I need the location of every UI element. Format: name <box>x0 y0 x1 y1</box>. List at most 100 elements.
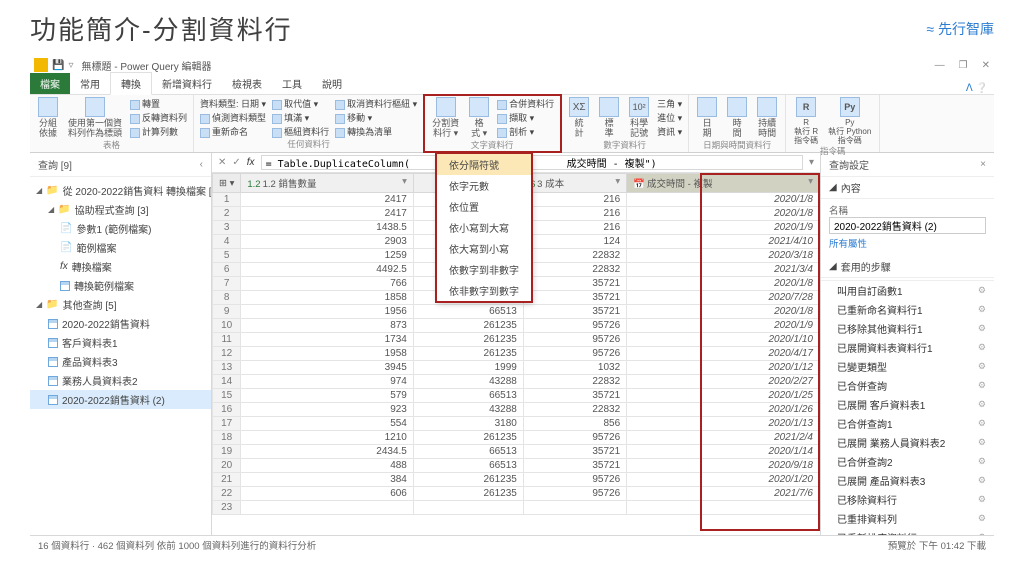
folder-helper[interactable]: ◢📁協助程式查詢 [3] <box>30 200 211 219</box>
split-nondigit-to-digit[interactable]: 依非數字到數字 <box>437 280 531 301</box>
count-rows-button[interactable]: 計算列數 <box>130 125 187 138</box>
query-transformfile[interactable]: fx轉換檔案 <box>30 257 211 276</box>
split-upper-to-lower[interactable]: 依大寫到小寫 <box>437 238 531 259</box>
merge-columns-button[interactable]: 合併資料行 <box>497 97 554 110</box>
use-first-row-button[interactable]: 使用第一個資 料列作為標頭 <box>66 97 124 139</box>
tab-transform[interactable]: 轉換 <box>110 72 152 95</box>
query-samplefile[interactable]: 📄範例檔案 <box>30 238 211 257</box>
standard-button[interactable]: 標 準 <box>597 97 621 139</box>
applied-step[interactable]: 叫用自訂函數1⚙ <box>821 281 994 300</box>
pivot-button[interactable]: 樞紐資料行 <box>272 125 329 138</box>
split-column-button[interactable]: 分割資 料行 ▾ <box>430 97 461 139</box>
collapse-queries-icon[interactable]: ‹ <box>200 159 203 170</box>
rename-button[interactable]: 重新命名 <box>200 125 266 138</box>
info-button[interactable]: 資訊 ▾ <box>657 125 682 138</box>
applied-step[interactable]: 已移除資料行⚙ <box>821 490 994 509</box>
close-settings-icon[interactable]: × <box>980 159 986 170</box>
replace-values-button[interactable]: 取代值 ▾ <box>272 97 329 110</box>
maximize-button[interactable]: ❐ <box>959 60 968 71</box>
trig-button[interactable]: 三角 ▾ <box>657 97 682 110</box>
table-row[interactable]: 2048866513357212020/9/18 <box>213 459 820 473</box>
run-python-button[interactable]: PyPy 執行 Python 指令碼 <box>826 97 873 145</box>
formula-dropdown-icon[interactable]: ▾ <box>809 157 814 168</box>
applied-step[interactable]: 已展開 產品資料表3⚙ <box>821 471 994 490</box>
folder-other[interactable]: ◢📁其他查詢 [5] <box>30 295 211 314</box>
split-by-charcount[interactable]: 依字元數 <box>437 175 531 196</box>
table-row[interactable]: 192434.566513357212020/1/14 <box>213 445 820 459</box>
unpivot-button[interactable]: 取消資料行樞紐 ▾ <box>335 97 417 110</box>
transpose-button[interactable]: 轉置 <box>130 97 187 110</box>
tab-tools[interactable]: 工具 <box>272 73 312 94</box>
query-name-input[interactable] <box>829 217 986 234</box>
table-row[interactable]: 181210261235957262021/2/4 <box>213 431 820 445</box>
close-button[interactable]: ✕ <box>982 60 990 71</box>
tab-view[interactable]: 檢視表 <box>222 73 272 94</box>
table-row[interactable]: 121958261235957262020/4/17 <box>213 347 820 361</box>
content-section[interactable]: ◢內容 <box>821 177 994 199</box>
applied-step[interactable]: 已重排資料列⚙ <box>821 509 994 528</box>
applied-step[interactable]: 已展開 客戶資料表1⚙ <box>821 395 994 414</box>
run-r-button[interactable]: RR 執行 R 指令碼 <box>792 97 820 145</box>
applied-step[interactable]: 已合併查詢2⚙ <box>821 452 994 471</box>
query-sales[interactable]: 2020-2022銷售資料 <box>30 314 211 333</box>
date-button[interactable]: 日 期 <box>695 97 719 139</box>
table-row[interactable]: 23 <box>213 501 820 515</box>
detect-type-button[interactable]: 偵測資料類型 <box>200 111 266 124</box>
applied-step[interactable]: 已合併查詢⚙ <box>821 376 994 395</box>
applied-steps-section[interactable]: ◢套用的步驟 <box>821 256 994 278</box>
table-row[interactable]: 21384261235957262020/1/20 <box>213 473 820 487</box>
applied-step[interactable]: 已合併查詢1⚙ <box>821 414 994 433</box>
all-properties-link[interactable]: 所有屬性 <box>829 234 986 252</box>
fx-icon[interactable]: fx <box>247 157 255 168</box>
query-customers[interactable]: 客戶資料表1 <box>30 333 211 352</box>
move-button[interactable]: 移動 ▾ <box>335 111 417 124</box>
tab-help[interactable]: 說明 <box>312 73 352 94</box>
query-products[interactable]: 產品資料表3 <box>30 352 211 371</box>
applied-step[interactable]: 已展開資料表資料行1⚙ <box>821 338 994 357</box>
query-salesperson[interactable]: 業務人員資料表2 <box>30 371 211 390</box>
help-icon[interactable]: ᐱ ❔ <box>966 83 988 94</box>
query-transformsample[interactable]: 轉換範例檔案 <box>30 276 211 295</box>
applied-step[interactable]: 已展開 業務人員資料表2⚙ <box>821 433 994 452</box>
applied-step[interactable]: 已移除其他資料行1⚙ <box>821 319 994 338</box>
to-list-button[interactable]: 轉換為清單 <box>335 125 417 138</box>
split-lower-to-upper[interactable]: 依小寫到大寫 <box>437 217 531 238</box>
col-cost[interactable]: $3 成本▾ <box>523 174 626 193</box>
parse-button[interactable]: 剖析 ▾ <box>497 125 554 138</box>
statistics-button[interactable]: XΣ統 計 <box>567 97 591 139</box>
minimize-button[interactable]: — <box>935 60 945 71</box>
formula-x-icon[interactable]: ✕ <box>218 157 226 168</box>
folder-root[interactable]: ◢📁從 2020-2022銷售資料 轉換檔案 [2] <box>30 181 211 200</box>
tab-home[interactable]: 常用 <box>70 73 110 94</box>
tab-addcolumn[interactable]: 新增資料行 <box>152 73 222 94</box>
table-row[interactable]: 1755431808562020/1/13 <box>213 417 820 431</box>
table-row[interactable]: 22606261235957262021/7/6 <box>213 487 820 501</box>
save-icon[interactable]: 💾 <box>52 60 64 71</box>
time-button[interactable]: 時 間 <box>725 97 749 139</box>
table-row[interactable]: 111734261235957262020/1/10 <box>213 333 820 347</box>
scientific-button[interactable]: 10²科學 記號 <box>627 97 651 139</box>
table-row[interactable]: 133945199910322020/1/12 <box>213 361 820 375</box>
table-row[interactable]: 1692343288228322020/1/26 <box>213 403 820 417</box>
format-button[interactable]: 格 式 ▾ <box>467 97 491 139</box>
split-by-position[interactable]: 依位置 <box>437 196 531 217</box>
reverse-rows-button[interactable]: 反轉資料列 <box>130 111 187 124</box>
formula-check-icon[interactable]: ✓ <box>232 157 240 168</box>
query-param1[interactable]: 📄參數1 (範例檔案) <box>30 219 211 238</box>
applied-step[interactable]: 已變更類型⚙ <box>821 357 994 376</box>
fill-button[interactable]: 填滿 ▾ <box>272 111 329 124</box>
extract-button[interactable]: 擷取 ▾ <box>497 111 554 124</box>
group-by-button[interactable]: 分組 依據 <box>36 97 60 139</box>
data-type-button[interactable]: 資料類型: 日期 ▾ <box>200 97 266 110</box>
query-sales2[interactable]: 2020-2022銷售資料 (2) <box>30 390 211 409</box>
split-digit-to-nondigit[interactable]: 依數字到非數字 <box>437 259 531 280</box>
table-row[interactable]: 9195666513357212020/1/8 <box>213 305 820 319</box>
col-transaction-time-copy[interactable]: 📅成交時間 - 複製▾ <box>627 174 820 193</box>
split-by-delimiter[interactable]: 依分隔符號 <box>437 154 531 175</box>
rounding-button[interactable]: 進位 ▾ <box>657 111 682 124</box>
tab-file[interactable]: 檔案 <box>30 73 70 94</box>
applied-step[interactable]: 已重新排序資料行⚙ <box>821 528 994 535</box>
table-row[interactable]: 10873261235957262020/1/9 <box>213 319 820 333</box>
table-row[interactable]: 1557966513357212020/1/25 <box>213 389 820 403</box>
duration-button[interactable]: 持續 時間 <box>755 97 779 139</box>
